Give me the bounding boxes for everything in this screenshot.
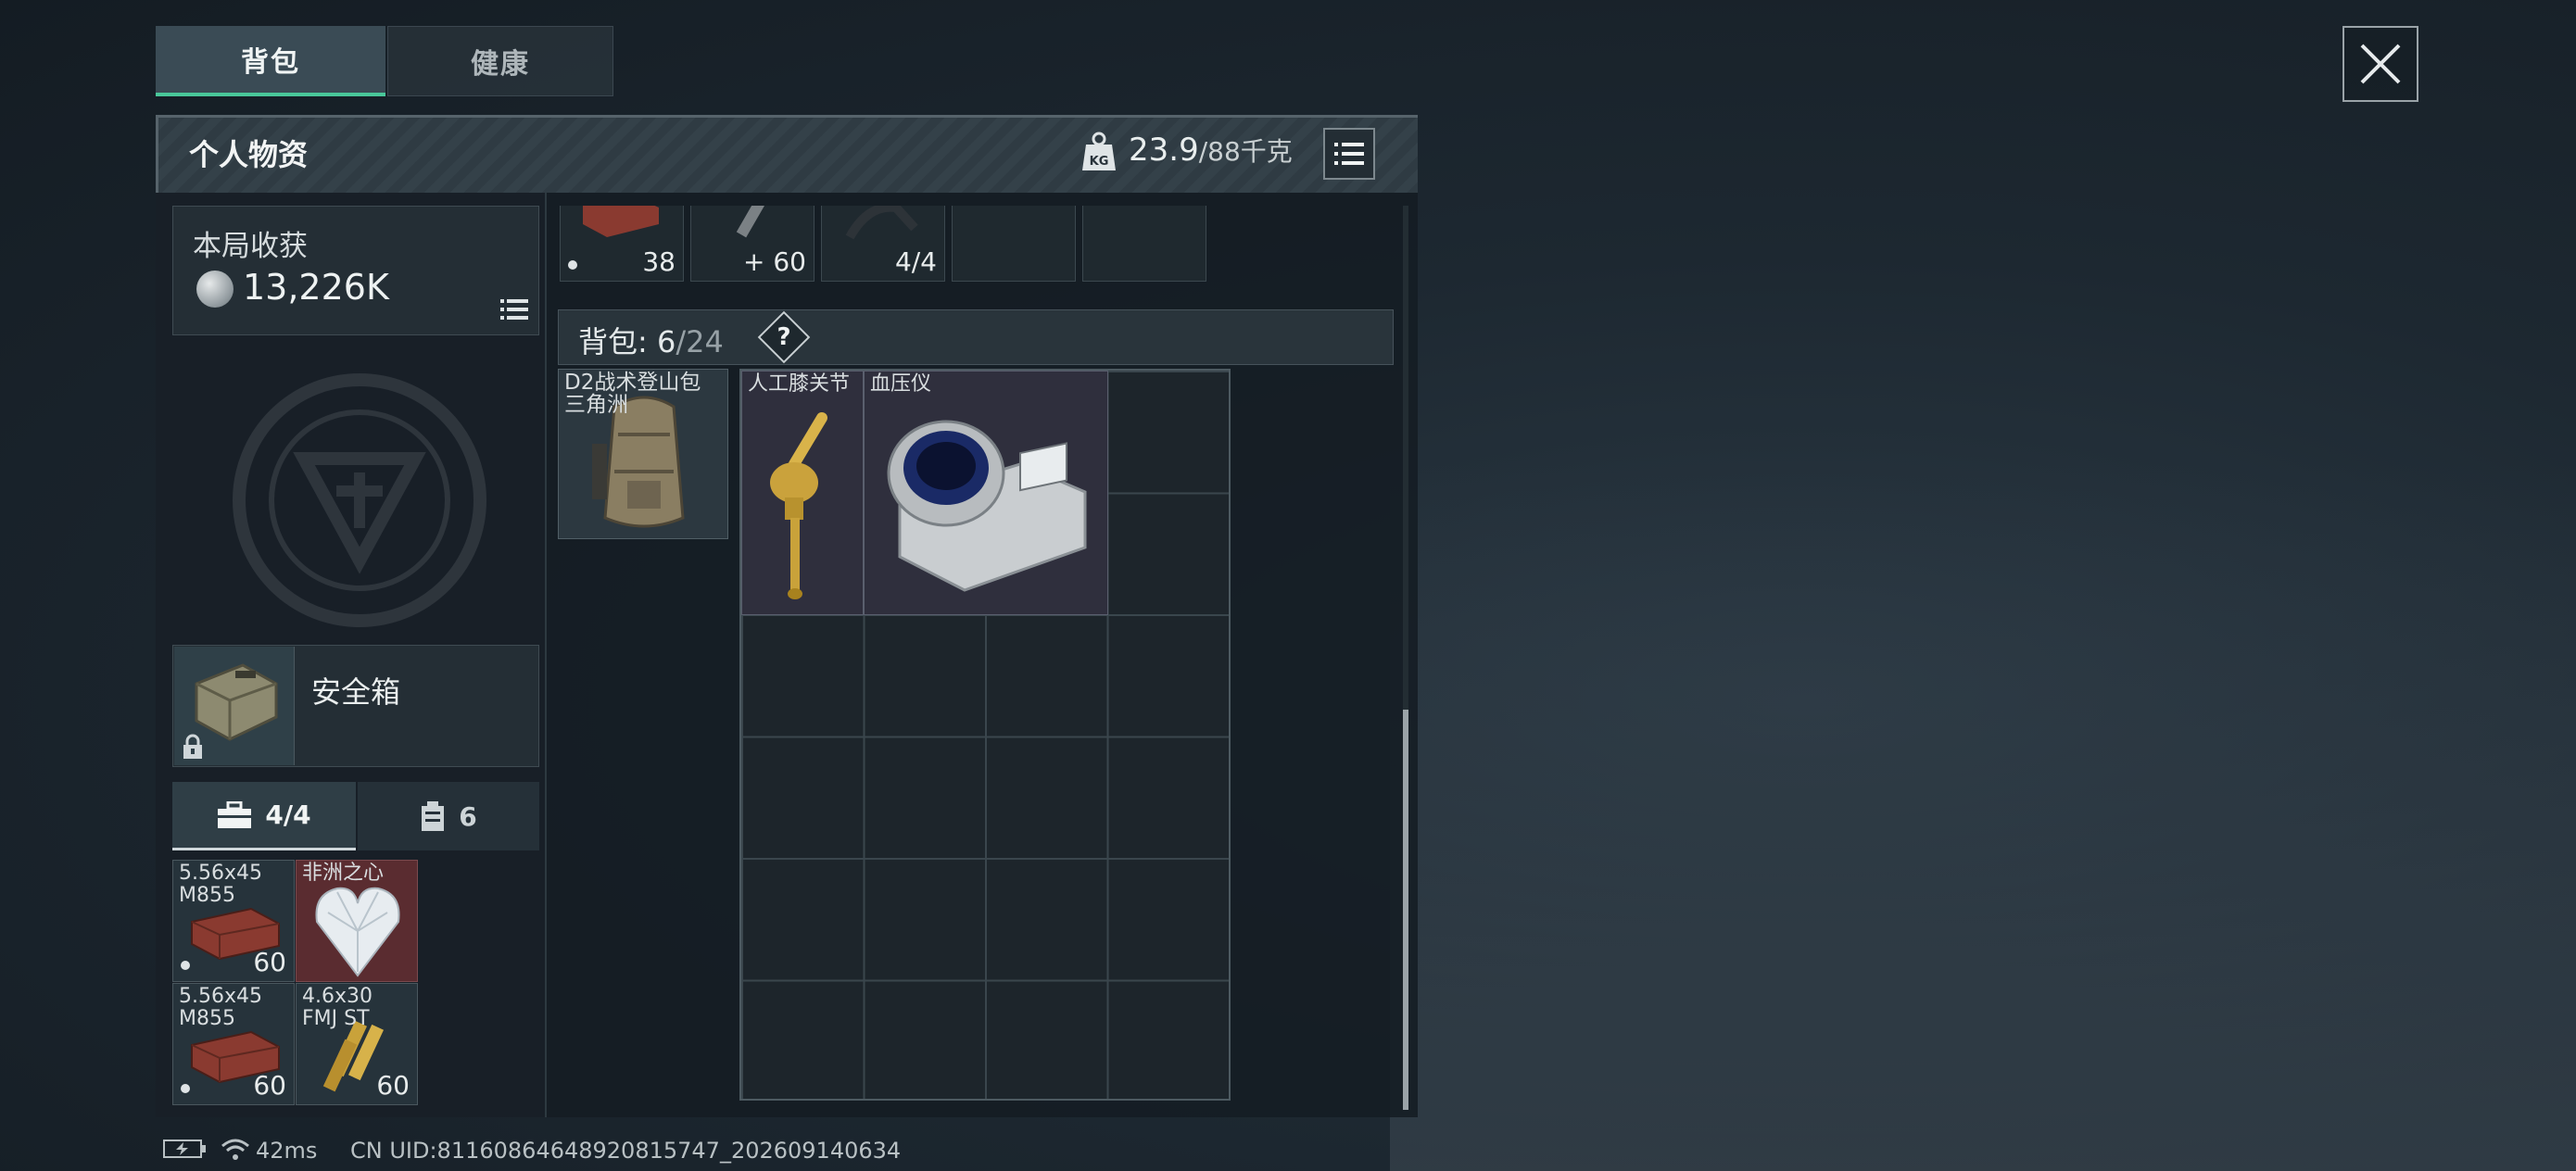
- svg-text:KG: KG: [1090, 155, 1109, 169]
- weight-readout: 23.9/88千克: [1129, 132, 1293, 169]
- list-icon: [1334, 143, 1364, 165]
- backpack-capacity-max: /24: [676, 324, 724, 359]
- faction-emblem-watermark: [230, 371, 489, 630]
- subtab-canister[interactable]: 6: [358, 782, 539, 850]
- user-uid: CN UID:81160864648920815747_202609140634: [350, 1138, 902, 1164]
- status-dot: [181, 1084, 190, 1093]
- top-slot-3[interactable]: 4/4: [821, 206, 945, 282]
- ping-readout: 42ms: [256, 1138, 318, 1164]
- backpack-item-blood-pressure-monitor[interactable]: 血压仪: [864, 371, 1108, 615]
- secure-slot-1-name: 5.56x45 M855: [179, 862, 262, 907]
- help-icon[interactable]: ?: [765, 319, 802, 356]
- panel-title: 个人物资: [189, 137, 309, 172]
- secure-slot-1[interactable]: 5.56x45 M855 60: [172, 860, 295, 982]
- scrollbar-thumb[interactable]: [1403, 710, 1408, 1110]
- top-slot-1[interactable]: 38: [560, 206, 684, 282]
- status-dot: [568, 260, 577, 270]
- blood-pressure-monitor-icon: [887, 420, 1087, 592]
- backpack-used: 6: [656, 324, 676, 359]
- subtab-canister-label: 6: [459, 800, 477, 832]
- safebox-label: 安全箱: [311, 674, 401, 710]
- tab-health[interactable]: 健康: [387, 26, 613, 96]
- subtab-toolbox-label: 4/4: [265, 800, 311, 830]
- income-detail-icon[interactable]: [500, 298, 528, 321]
- top-slot-2[interactable]: + 60: [690, 206, 814, 282]
- background-haze: [1390, 463, 2576, 1171]
- secure-slot-4-name: 4.6x30 FMJ ST: [302, 985, 373, 1030]
- syringe-icon: [736, 206, 765, 238]
- canister-icon: [422, 801, 445, 831]
- subtab-toolbox[interactable]: 4/4: [172, 782, 356, 850]
- lock-icon: [183, 734, 202, 759]
- ammo-box-icon: [583, 206, 659, 237]
- top-slot-3-count: 4/4: [894, 246, 937, 277]
- backpack-capacity: 背包: 6/24: [578, 319, 724, 361]
- diamond-heart-icon: [315, 887, 400, 977]
- weight-current: 23.9: [1129, 132, 1199, 169]
- tab-backpack[interactable]: 背包: [156, 26, 385, 96]
- tool-clamp-icon: [845, 206, 918, 240]
- close-icon: [2360, 44, 2401, 84]
- top-slot-4[interactable]: [952, 206, 1076, 282]
- close-button[interactable]: [2342, 26, 2418, 102]
- secure-slot-3[interactable]: 5.56x45 M855 60: [172, 983, 295, 1105]
- secure-slot-2[interactable]: 非洲之心: [296, 860, 418, 982]
- income-value: 13,226K: [243, 267, 389, 308]
- toolbox-icon: [218, 800, 252, 828]
- coin-icon: [196, 271, 234, 308]
- battery-icon: [163, 1138, 208, 1165]
- income-label: 本局收获: [193, 230, 308, 263]
- backpack-item-name: D2战术登山包 三角洲: [564, 371, 701, 417]
- secure-slot-3-count: 60: [253, 1070, 286, 1101]
- safebox-slot[interactable]: [174, 647, 295, 765]
- plus-icon: +: [742, 246, 765, 277]
- secure-slot-4[interactable]: 4.6x30 FMJ ST 60: [296, 983, 418, 1105]
- secure-slot-2-name: 非洲之心: [302, 862, 385, 885]
- backpack-item-knee-joint[interactable]: 人工膝关节: [741, 371, 864, 615]
- item-name: 人工膝关节: [748, 372, 851, 396]
- artificial-knee-icon: [770, 412, 827, 599]
- top-slot-2-count: + 60: [742, 246, 806, 277]
- top-slot-1-count: 38: [642, 246, 676, 277]
- backpack-label: 背包:: [578, 324, 648, 359]
- item-name: 血压仪: [870, 372, 932, 396]
- weight-max: /88千克: [1198, 136, 1293, 167]
- secure-slot-1-count: 60: [253, 947, 286, 977]
- secure-slot-4-count: 60: [376, 1070, 410, 1101]
- kg-weight-icon: KG: [1080, 132, 1118, 172]
- top-slot-5[interactable]: [1082, 206, 1206, 282]
- sort-list-button[interactable]: [1323, 128, 1375, 180]
- equipped-backpack-slot[interactable]: D2战术登山包 三角洲: [558, 369, 728, 539]
- status-dot: [181, 961, 190, 970]
- secure-slot-3-name: 5.56x45 M855: [179, 985, 262, 1030]
- wifi-icon: [221, 1138, 250, 1167]
